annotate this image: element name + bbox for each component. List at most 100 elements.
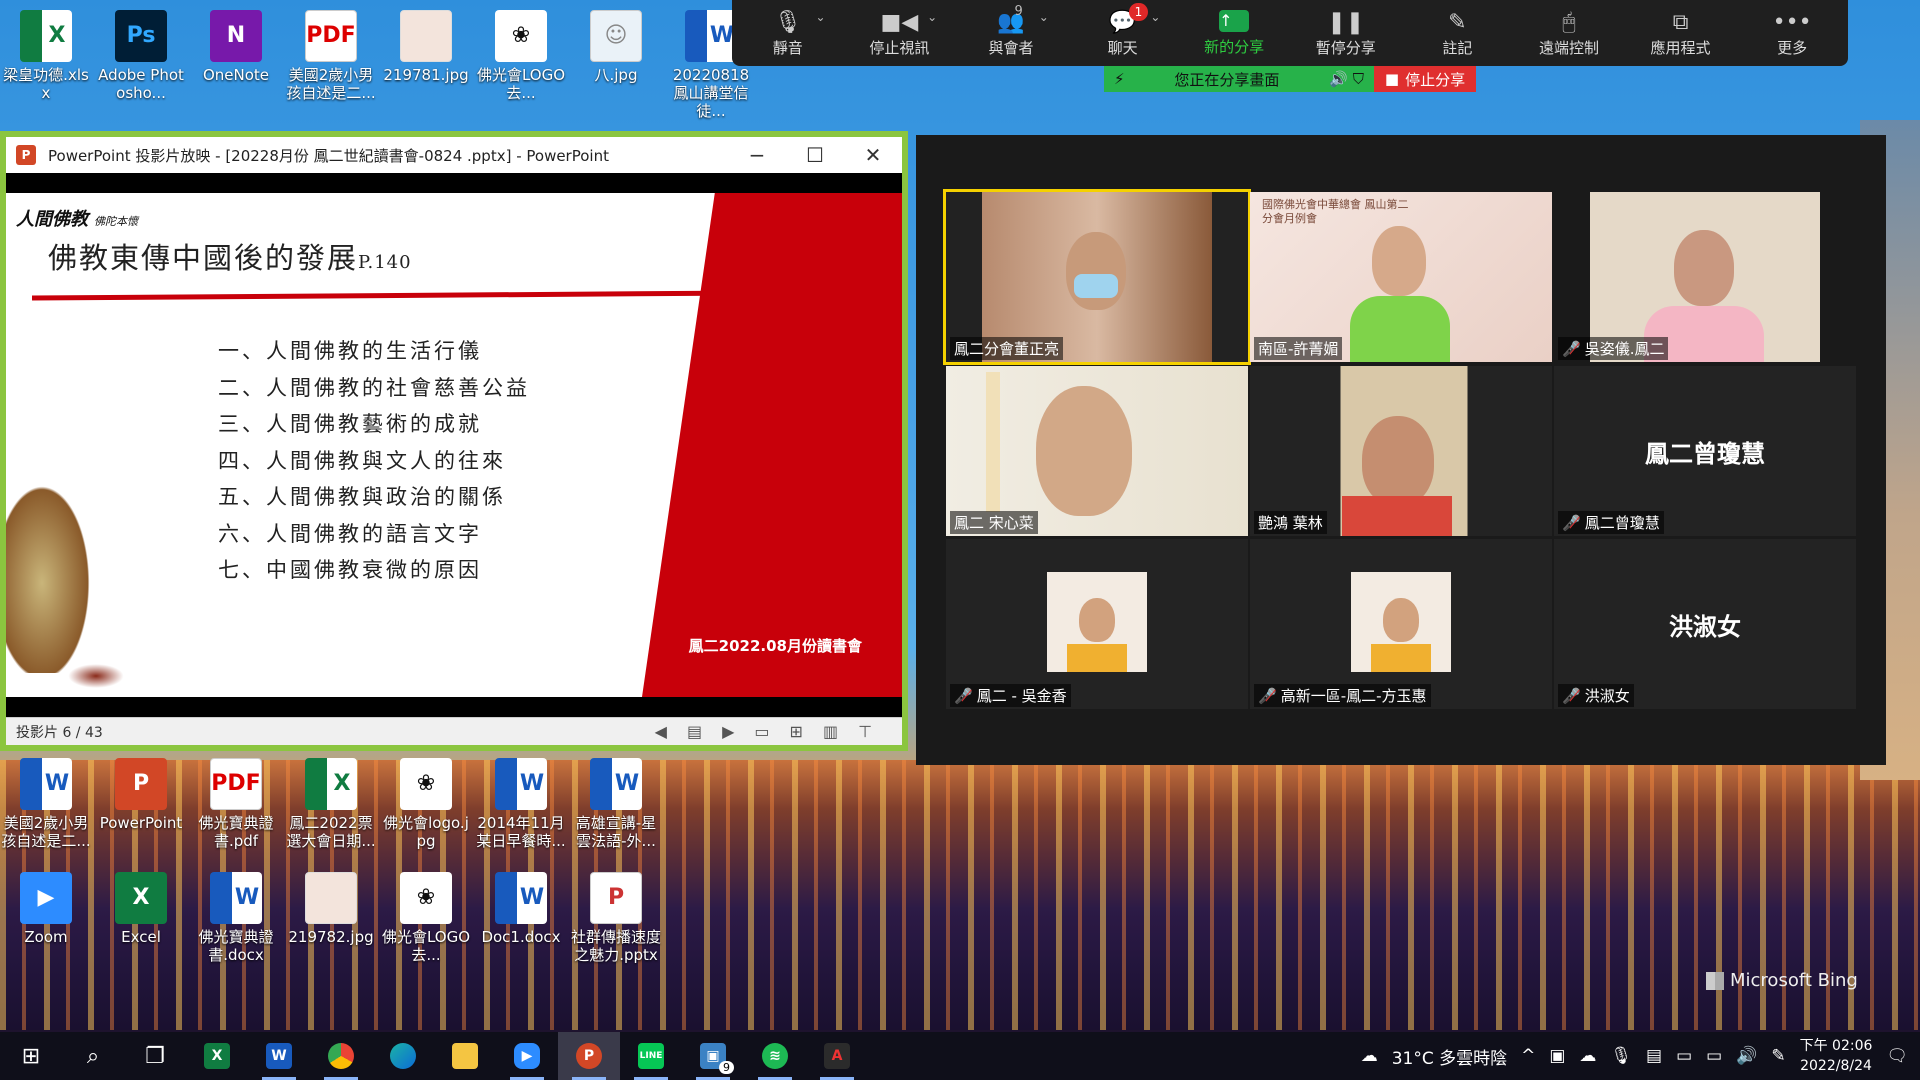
slide-menu-icon[interactable]: ▤: [687, 722, 702, 741]
chevron-down-icon[interactable]: ⌄: [1150, 10, 1160, 24]
system-clock[interactable]: 下午 02:06 2022/8/24: [1800, 1036, 1873, 1076]
meet-now-icon[interactable]: ▣: [1549, 1046, 1565, 1066]
spotify-icon[interactable]: ≋: [744, 1032, 806, 1080]
desktop-icon-image[interactable]: 219781.jpg: [380, 4, 472, 84]
participants-button[interactable]: 👥 9 與會者 ⌄: [955, 0, 1067, 66]
desktop-icon-word-file[interactable]: W 佛光寶典證書.docx: [190, 866, 282, 964]
slide-sorter-icon[interactable]: ⊞: [790, 722, 803, 741]
maximize-icon[interactable]: ☐: [786, 143, 844, 167]
word-file-icon: W: [210, 872, 262, 924]
powerpoint-icon[interactable]: P: [558, 1032, 620, 1080]
file-explorer-icon[interactable]: [434, 1032, 496, 1080]
participant-tile[interactable]: 🎤̸ 吳姿儀.鳳二: [1554, 192, 1856, 362]
desktop-icon-zoom[interactable]: ▶ Zoom: [0, 866, 92, 946]
mic-muted-icon: 🎤̸: [1562, 513, 1581, 532]
pause-share-button[interactable]: ❚❚ 暫停分享: [1290, 0, 1402, 66]
acrobat-icon[interactable]: A: [806, 1032, 868, 1080]
desktop-icon-pdf[interactable]: PDF 美國2歲小男孩自述是二...: [285, 4, 377, 102]
participant-tile[interactable]: 🎤̸ 鳳二 - 吳金香: [946, 539, 1248, 709]
desktop-icon-word-file[interactable]: W 高雄宣講-星雲法語-外...: [570, 752, 662, 850]
participant-tile[interactable]: 鳳二 宋心菜: [946, 366, 1248, 536]
annotate-button[interactable]: ✎ 註記: [1402, 0, 1514, 66]
desktop-icon-word-file[interactable]: W 美國2歲小男孩自述是二...: [0, 752, 92, 850]
green-shirt: [1350, 296, 1450, 362]
normal-view-icon[interactable]: ▭: [754, 722, 769, 741]
pen-icon[interactable]: ✎: [1771, 1046, 1785, 1066]
desktop-icon-pptx-file[interactable]: P 社群傳播速度之魅力.pptx: [570, 866, 662, 964]
desktop-icon-powerpoint[interactable]: P PowerPoint: [95, 752, 187, 832]
powerpoint-slideshow-window[interactable]: P PowerPoint 投影片放映 - [20228月份 鳳二世紀讀書會-08…: [0, 131, 908, 751]
onedrive-icon[interactable]: ☁: [1579, 1046, 1596, 1066]
mute-button[interactable]: 🎙 靜音 ⌄: [732, 0, 844, 66]
stop-share-button[interactable]: ■ 停止分享: [1374, 66, 1476, 92]
chevron-down-icon[interactable]: ⌄: [816, 10, 826, 24]
more-button[interactable]: ••• 更多: [1736, 0, 1848, 66]
window-title-bar[interactable]: P PowerPoint 投影片放映 - [20228月份 鳳二世紀讀書會-08…: [6, 137, 902, 173]
excel-icon[interactable]: X: [186, 1032, 248, 1080]
edge-icon[interactable]: [372, 1032, 434, 1080]
volume-icon[interactable]: 🔊: [1736, 1046, 1757, 1066]
next-slide-icon[interactable]: ▶: [722, 722, 734, 741]
participant-tile[interactable]: 艷鴻 葉林: [1250, 366, 1552, 536]
excel-app-icon: X: [115, 872, 167, 924]
display-icon[interactable]: ▭: [1706, 1046, 1722, 1066]
reading-view-icon[interactable]: ▥: [823, 722, 838, 741]
minimize-icon[interactable]: −: [728, 143, 786, 167]
slide-counter: 投影片 6 / 43: [16, 724, 103, 741]
slide[interactable]: 人間佛教 佛陀本懷 佛教東傳中國後的發展P.140 一、人間佛教的生活行儀 二、人…: [6, 193, 902, 697]
pptx-file-icon: P: [590, 872, 642, 924]
desktop-icon-photo[interactable]: ☺ 八.jpg: [570, 4, 662, 84]
face: [1383, 598, 1419, 642]
chat-button[interactable]: 💬 1 聊天 ⌄: [1067, 0, 1179, 66]
desktop-icon-onenote[interactable]: N OneNote: [190, 4, 282, 84]
participant-tile[interactable]: 洪淑女 🎤̸ 洪淑女: [1554, 539, 1856, 709]
start-icon[interactable]: ⊞: [0, 1032, 62, 1080]
participant-name: 🎤̸ 鳳二 - 吳金香: [950, 684, 1071, 707]
word-icon[interactable]: W: [248, 1032, 310, 1080]
desktop-icon-lotus-logo[interactable]: ❀ 佛光會LOGO 去...: [380, 866, 472, 964]
desktop-icon-word-file[interactable]: W Doc1.docx: [475, 866, 567, 946]
slideshow-view-icon[interactable]: ⊤: [858, 722, 872, 741]
battery-icon[interactable]: ▭: [1676, 1046, 1692, 1066]
apps-button[interactable]: ⧉ 應用程式: [1625, 0, 1737, 66]
chevron-down-icon[interactable]: ⌄: [1039, 10, 1049, 24]
zoom-icon: ▶: [20, 872, 72, 924]
task-view-icon[interactable]: ❐: [124, 1032, 186, 1080]
notification-icon[interactable]: 🗨: [1886, 1046, 1908, 1066]
desktop-icon-image[interactable]: 219782.jpg: [285, 866, 377, 946]
participant-tile[interactable]: 國際佛光會中華總會 鳳山第二分會月例會 南區-許菁媚: [1250, 192, 1552, 362]
face-mask: [1074, 274, 1118, 298]
weather-text[interactable]: 31°C 多雲時陰: [1392, 1044, 1507, 1069]
remote-control-button[interactable]: 🖱 遠端控制: [1513, 0, 1625, 66]
desktop-icon-lotus-logo[interactable]: ❀ 佛光會LOGO 去...: [475, 4, 567, 102]
slide-item: 三、人間佛教藝術的成就: [218, 412, 482, 436]
search-icon[interactable]: ⌕: [62, 1032, 124, 1080]
desktop-icon-word-file[interactable]: W 2014年11月某日早餐時...: [475, 752, 567, 850]
desktop-icon-excel-file[interactable]: X 梁皇功德.xlsx: [0, 4, 92, 102]
close-icon[interactable]: ✕: [844, 143, 902, 167]
stop-video-button[interactable]: ■◀ 停止視訊 ⌄: [844, 0, 956, 66]
previous-slide-icon[interactable]: ◀: [655, 722, 667, 741]
desktop-icon-excel[interactable]: X Excel: [95, 866, 187, 946]
photo-file-icon: ☺: [590, 10, 642, 62]
new-share-button[interactable]: ↑ 新的分享: [1178, 0, 1290, 66]
network-icon[interactable]: ▤: [1646, 1046, 1662, 1066]
microphone-tray-icon[interactable]: 🎙: [1610, 1046, 1632, 1066]
line-icon[interactable]: LINE: [620, 1032, 682, 1080]
desktop-icon-lotus-logo[interactable]: ❀ 佛光會logo.jpg: [380, 752, 472, 850]
taskbar-app-badge-icon[interactable]: ▣ 9: [682, 1032, 744, 1080]
desktop-icon-excel-file[interactable]: X 鳳二2022票選大會日期...: [285, 752, 377, 850]
participant-tile[interactable]: 鳳二曾瓊慧 🎤̸ 鳳二曾瓊慧: [1554, 366, 1856, 536]
desktop-icon-pdf[interactable]: PDF 佛光寶典證書.pdf: [190, 752, 282, 850]
participant-tile[interactable]: 🎤̸ 高新一區-鳳二-方玉惠: [1250, 539, 1552, 709]
chevron-up-icon[interactable]: ^: [1521, 1046, 1535, 1066]
weather-icon[interactable]: ☁: [1361, 1046, 1378, 1066]
chrome-icon[interactable]: [310, 1032, 372, 1080]
mouse-icon: 🖱: [1562, 9, 1576, 35]
slide-item: 一、人間佛教的生活行儀: [218, 339, 482, 363]
chevron-down-icon[interactable]: ⌄: [927, 10, 937, 24]
sharing-indicator[interactable]: ⚡ 您正在分享畫面 🔊 ⛉: [1104, 66, 1374, 92]
participant-tile[interactable]: 鳳二分會董正亮: [943, 189, 1251, 365]
zoom-icon[interactable]: ▶: [496, 1032, 558, 1080]
desktop-icon-photoshop[interactable]: Ps Adobe Photosho...: [95, 4, 187, 102]
